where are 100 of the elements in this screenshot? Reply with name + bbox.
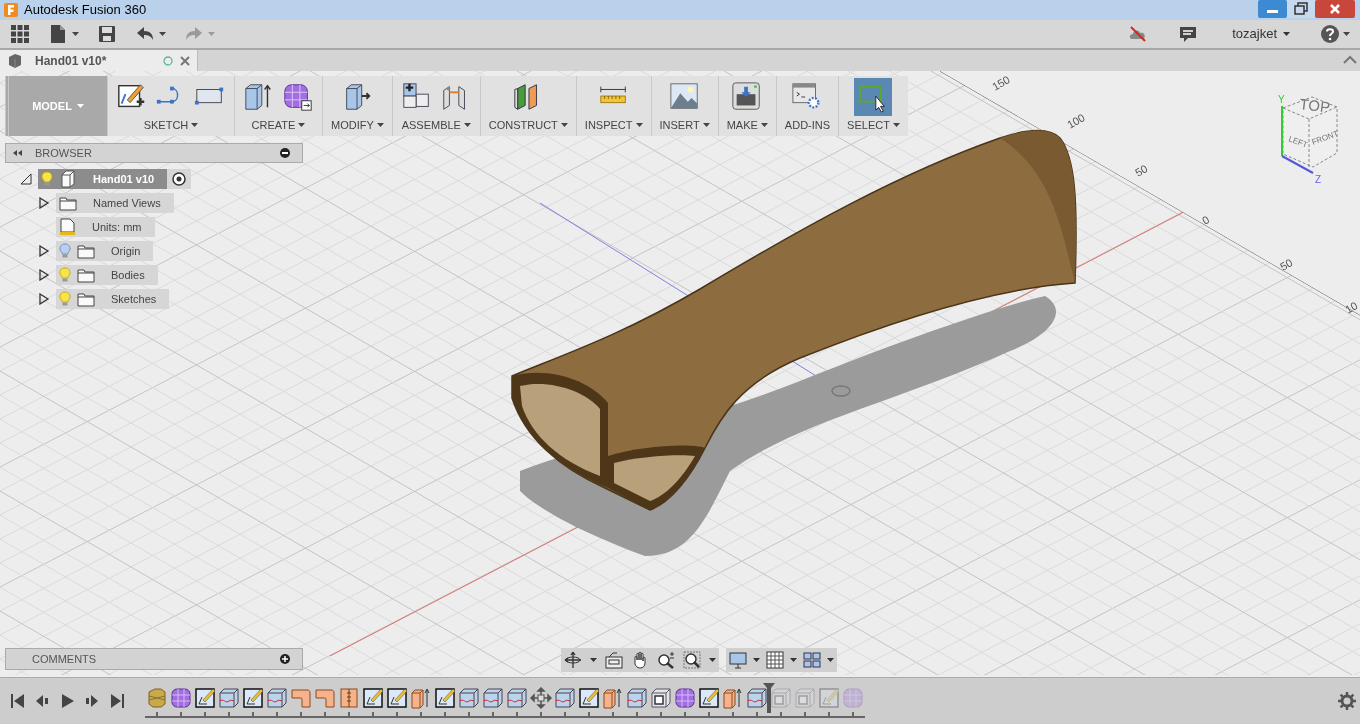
caret-icon[interactable]: [753, 658, 760, 662]
view-cube-face-label[interactable]: LEFT: [1287, 134, 1309, 150]
caret-icon[interactable]: [635, 122, 643, 127]
document-tab[interactable]: Hand01 v10*: [0, 50, 198, 71]
toolbar-menu-button[interactable]: MODIFY: [331, 116, 384, 133]
toolbar-menu-button[interactable]: ADD-INS: [784, 116, 831, 133]
caret-icon[interactable]: [376, 122, 384, 127]
collapse-icon[interactable]: [1343, 55, 1357, 65]
sketch-pencil-icon[interactable]: [194, 687, 216, 709]
pan-hand-icon[interactable]: [631, 651, 649, 669]
body-icon[interactable]: [146, 687, 168, 709]
collapse-icon[interactable]: [12, 149, 22, 157]
caret-icon[interactable]: [702, 122, 710, 127]
caret-icon[interactable]: [298, 122, 306, 127]
extrude-arrow-icon[interactable]: [410, 687, 432, 709]
step-forward-icon[interactable]: [85, 692, 100, 710]
caret-icon[interactable]: [760, 122, 768, 127]
toolbar-menu-button[interactable]: ASSEMBLE: [401, 116, 471, 133]
caret-icon[interactable]: [463, 122, 471, 127]
file-icon[interactable]: [48, 24, 68, 44]
sketch-pencil-icon[interactable]: [434, 687, 456, 709]
sketch-pencil-icon[interactable]: [578, 687, 600, 709]
surface-box-icon[interactable]: [554, 687, 576, 709]
surface-box-icon[interactable]: [458, 687, 480, 709]
browser-title: BROWSER: [35, 145, 92, 161]
extrude-arrow-icon[interactable]: [722, 687, 744, 709]
box-icon[interactable]: [650, 687, 672, 709]
caret-icon[interactable]: [790, 658, 797, 662]
comment-icon[interactable]: [1178, 24, 1199, 44]
tree-item[interactable]: Bodies: [56, 265, 158, 285]
toolbar-menu-button[interactable]: CREATE: [251, 116, 306, 133]
zoom-icon[interactable]: [657, 651, 675, 669]
select-cursor-icon[interactable]: [854, 78, 893, 116]
caret-icon[interactable]: [709, 658, 716, 662]
move-arrows-icon[interactable]: [530, 687, 552, 709]
grid-cube-icon[interactable]: [674, 687, 696, 709]
toolbar-menu-button[interactable]: MAKE: [726, 116, 768, 133]
light-bulb-icon[interactable]: [41, 171, 53, 187]
caret-icon[interactable]: [1343, 32, 1350, 36]
skip-end-icon[interactable]: [110, 692, 125, 710]
toolbar-menu-button[interactable]: SKETCH: [143, 116, 199, 133]
active-radio-icon[interactable]: [167, 169, 192, 189]
grid-label: 100: [1065, 111, 1087, 131]
look-at-icon[interactable]: [605, 651, 623, 669]
sketch-pencil-icon[interactable]: [386, 687, 408, 709]
zoom-window-icon[interactable]: [683, 651, 701, 669]
grid-cube-icon[interactable]: [170, 687, 192, 709]
extrude-arrow-icon[interactable]: [602, 687, 624, 709]
window-title: Autodesk Fusion 360: [24, 1, 147, 20]
timeline-marker[interactable]: [763, 683, 775, 715]
grid-icon[interactable]: [766, 651, 784, 669]
step-back-icon[interactable]: [35, 692, 50, 710]
save-icon[interactable]: [97, 24, 117, 44]
expand-caret-icon[interactable]: [38, 293, 50, 305]
caret-icon[interactable]: [191, 122, 199, 127]
tree-item[interactable]: Sketches: [56, 289, 170, 309]
surface-box-icon[interactable]: [626, 687, 648, 709]
tree-item[interactable]: Named Views: [56, 193, 174, 213]
close-icon[interactable]: [180, 55, 190, 66]
orbit-icon[interactable]: [564, 651, 582, 669]
surface-box-icon[interactable]: [746, 687, 768, 709]
sketch-pencil-icon[interactable]: [362, 687, 384, 709]
apps-grid-icon[interactable]: [10, 24, 30, 44]
add-icon[interactable]: [280, 654, 290, 664]
view-cube-face-label[interactable]: TOP: [1298, 95, 1332, 116]
caret-icon[interactable]: [159, 32, 166, 36]
grid-cube-icon[interactable]: [282, 81, 314, 113]
toolbar-menu-button[interactable]: SELECT: [847, 116, 900, 133]
help-icon[interactable]: [1320, 24, 1340, 44]
caret-icon[interactable]: [72, 32, 79, 36]
expand-caret-icon[interactable]: [38, 269, 50, 281]
surface-box-icon[interactable]: [506, 687, 528, 709]
surface-box-icon[interactable]: [266, 687, 288, 709]
expand-caret-icon[interactable]: [38, 197, 50, 209]
split-icon[interactable]: [338, 687, 360, 709]
play-icon[interactable]: [60, 692, 75, 710]
account-menu-button[interactable]: tozajket: [1232, 24, 1290, 44]
settings-icon[interactable]: [1338, 692, 1356, 710]
collapse-caret-icon[interactable]: [20, 173, 32, 185]
caret-icon[interactable]: [560, 122, 568, 127]
restore-icon[interactable]: [1287, 0, 1315, 18]
monitor-icon[interactable]: [729, 651, 747, 669]
sketch-pencil-icon[interactable]: [242, 687, 264, 709]
caret-icon[interactable]: [892, 122, 900, 127]
sketch-pencil-icon[interactable]: [698, 687, 720, 709]
toolbar-menu-button[interactable]: CONSTRUCT: [488, 116, 568, 133]
toolbar-menu-button[interactable]: INSERT: [659, 116, 710, 133]
minimize-icon[interactable]: [280, 148, 290, 158]
skip-start-icon[interactable]: [10, 692, 25, 710]
viewports-icon[interactable]: [803, 651, 821, 669]
tree-item[interactable]: Units: mm: [56, 217, 155, 237]
close-icon[interactable]: [1315, 0, 1355, 18]
surface-box-icon[interactable]: [218, 687, 240, 709]
toolbar-menu-button[interactable]: INSPECT: [584, 116, 643, 133]
caret-icon[interactable]: [590, 658, 597, 662]
expand-caret-icon[interactable]: [38, 245, 50, 257]
surface-box-icon[interactable]: [482, 687, 504, 709]
caret-icon[interactable]: [827, 658, 834, 662]
caret-icon[interactable]: [1283, 32, 1290, 36]
tree-item[interactable]: Origin: [56, 241, 154, 261]
